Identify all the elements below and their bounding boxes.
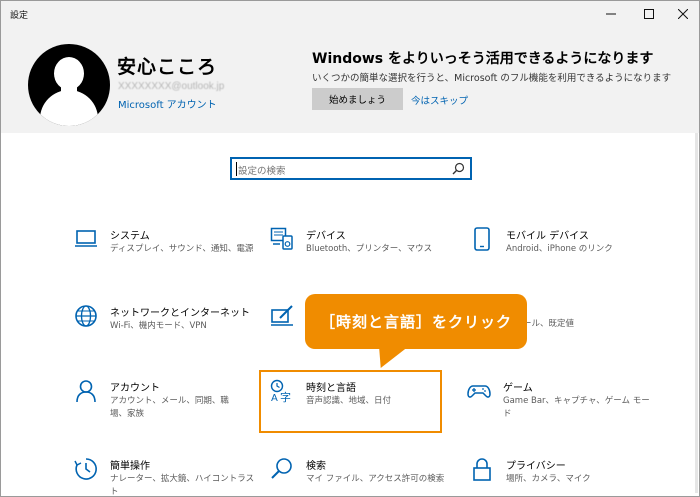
tile-network[interactable]: ネットワークとインターネット Wi-Fi、機内モード、VPN	[74, 304, 254, 356]
tile-description: 場所、カメラ、マイク	[506, 474, 591, 484]
tile-description: Android、iPhone のリンク	[506, 244, 613, 254]
phone-icon	[474, 227, 490, 251]
user-email: XXXXXXXX@outlook.jp	[118, 81, 225, 92]
skip-for-now-link[interactable]: 今はスキップ	[411, 93, 468, 107]
tile-privacy[interactable]: プライバシー 場所、カメラ、マイク	[470, 457, 650, 496]
get-started-button[interactable]: 始めましょう	[312, 88, 403, 110]
search-icon	[271, 458, 292, 479]
tile-description: ナレーター、拡大鏡、ハイコントラスト	[110, 474, 255, 497]
pen-icon	[271, 305, 293, 326]
window-title: 設定	[10, 11, 29, 21]
laptop-icon	[75, 230, 97, 247]
search-placeholder: 設定の検索	[238, 166, 286, 177]
tile-name: モバイル デバイス	[506, 231, 589, 242]
person-icon	[76, 380, 96, 403]
tile-name: システム	[110, 231, 150, 242]
promo-title: Windows をよりいっそう活用できるようになります	[312, 51, 654, 67]
settings-search-input[interactable]: 設定の検索	[230, 157, 472, 180]
tile-name: デバイス	[306, 231, 346, 242]
tile-description: ストール、既定値	[506, 319, 575, 329]
promo-description: いくつかの簡単な選択を行うと、Microsoft のフル機能を利用できるようにな…	[312, 73, 672, 84]
maximize-button[interactable]	[633, 1, 665, 27]
tile-system[interactable]: システム ディスプレイ、サウンド、通知、電源	[74, 227, 254, 279]
minimize-icon	[606, 13, 616, 15]
minimize-button[interactable]	[595, 1, 627, 27]
title-bar: 設定	[1, 1, 699, 27]
tile-name: アカウント	[110, 383, 160, 394]
maximize-icon	[644, 9, 654, 19]
user-name: 安心こころ	[117, 56, 218, 78]
tile-accounts[interactable]: アカウント アカウント、メール、同期、職場、家族	[74, 379, 254, 431]
tile-gaming[interactable]: ゲーム Game Bar、キャプチャ、ゲーム モード	[467, 379, 650, 431]
tile-name: プライバシー	[506, 461, 566, 472]
text-caret	[236, 162, 237, 176]
tile-search[interactable]: 検索 マイ ファイル、アクセス許可の検索	[270, 457, 450, 496]
tile-mobile-devices[interactable]: モバイル デバイス Android、iPhone のリンク	[470, 227, 650, 279]
ease-of-access-icon	[74, 458, 97, 480]
tile-name: ネットワークとインターネット	[110, 308, 250, 319]
microsoft-account-link[interactable]: Microsoft アカウント	[118, 96, 217, 111]
lock-icon	[473, 458, 491, 481]
tile-ease-of-access[interactable]: 簡単操作 ナレーター、拡大鏡、ハイコントラスト	[74, 457, 254, 496]
tile-description: ディスプレイ、サウンド、通知、電源	[110, 244, 254, 254]
tile-name: 簡単操作	[110, 461, 150, 472]
globe-icon	[75, 305, 97, 327]
close-icon	[678, 9, 688, 19]
search-icon[interactable]	[452, 162, 465, 175]
gamepad-icon	[467, 385, 491, 398]
close-button[interactable]	[667, 1, 699, 27]
avatar[interactable]	[28, 44, 110, 126]
tile-description: アカウント、メール、同期、職場、家族	[110, 396, 229, 419]
settings-window: 設定 安心こころ XXXXXXXX@outlook.jp Microsoft ア…	[0, 0, 700, 497]
tile-description: マイ ファイル、アクセス許可の検索	[306, 474, 445, 484]
time-language-highlight	[259, 370, 442, 433]
tile-name: 検索	[306, 461, 326, 472]
tile-description: Bluetooth、プリンター、マウス	[306, 244, 433, 254]
tile-name: ゲーム	[503, 383, 533, 394]
scrollbar[interactable]	[695, 133, 698, 493]
tile-description: Game Bar、キャプチャ、ゲーム モード	[503, 396, 650, 419]
account-header: 安心こころ XXXXXXXX@outlook.jp Microsoft アカウン…	[1, 27, 699, 133]
callout-text: ［時刻と言語］をクリック	[319, 313, 512, 331]
tile-devices[interactable]: デバイス Bluetooth、プリンター、マウス	[270, 227, 450, 279]
devices-icon	[270, 227, 293, 250]
tile-description: Wi-Fi、機内モード、VPN	[110, 321, 207, 331]
